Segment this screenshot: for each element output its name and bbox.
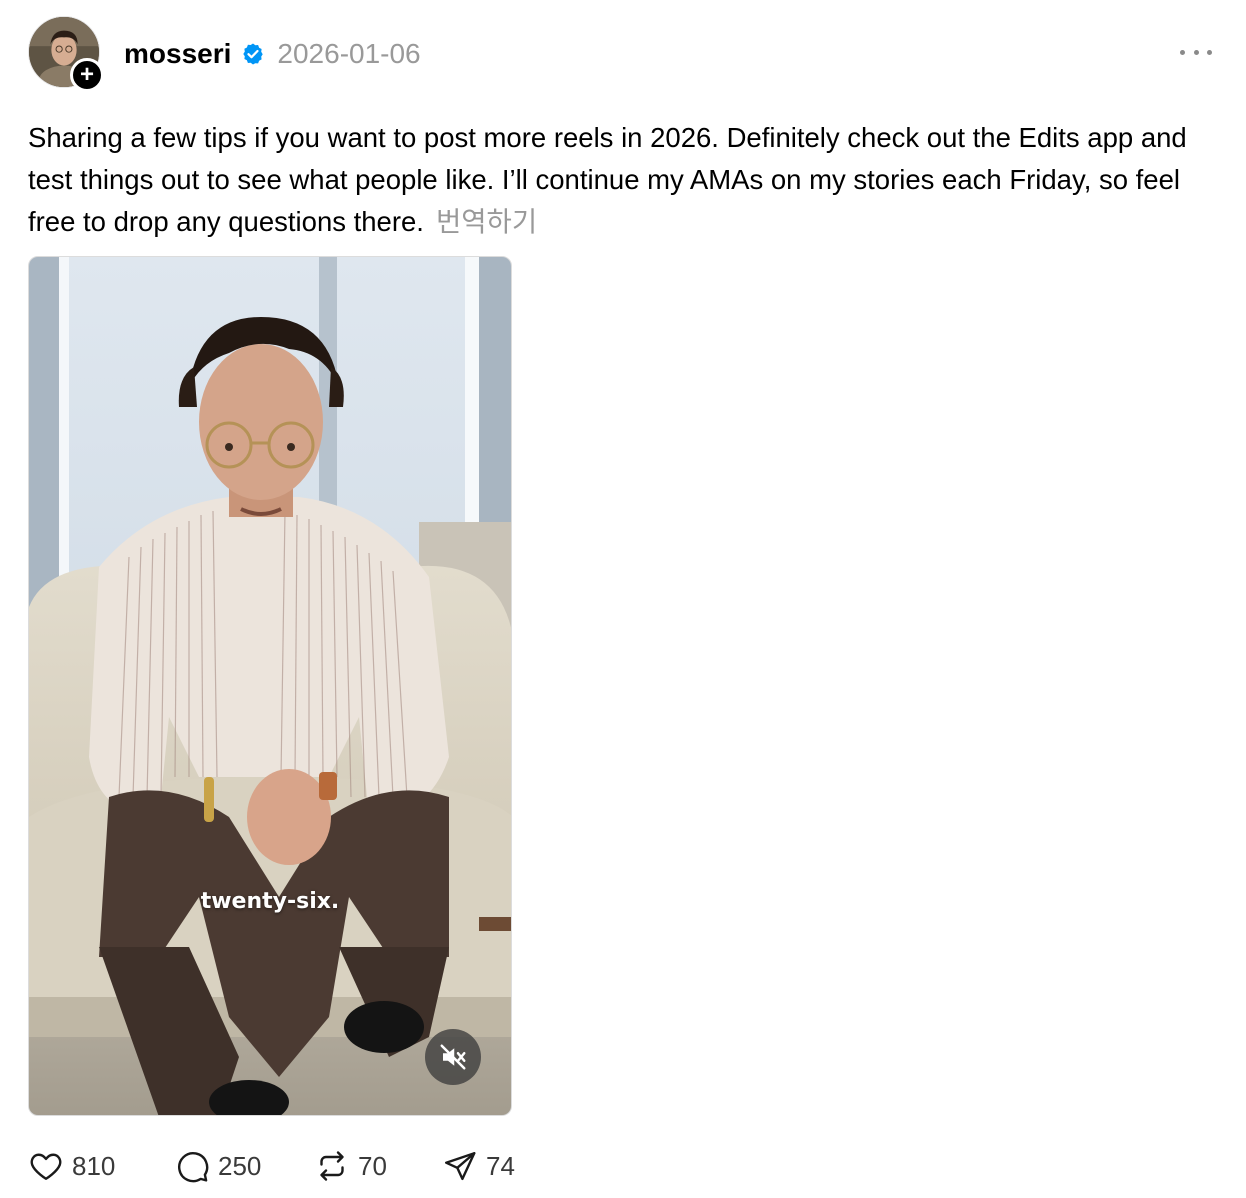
repost-button[interactable]: 70 <box>314 1148 442 1184</box>
speaker-muted-icon[interactable] <box>425 1029 481 1085</box>
verified-badge-icon <box>241 42 265 66</box>
send-icon <box>445 1152 476 1181</box>
reel-video[interactable]: twenty-six. <box>28 256 512 1116</box>
action-bar: 810 250 70 74 <box>28 1146 515 1186</box>
repost-icon <box>320 1151 344 1181</box>
video-frame <box>29 257 511 1115</box>
avatar-container[interactable]: + <box>28 16 104 92</box>
video-subtitle: twenty-six. <box>200 889 340 914</box>
follow-plus-button[interactable]: + <box>70 58 104 92</box>
share-count: 74 <box>486 1150 515 1181</box>
heart-icon <box>30 1153 62 1180</box>
post-timestamp[interactable]: 2026-01-06 <box>277 38 420 70</box>
post-caption: Sharing a few tips if you want to post m… <box>28 117 1198 243</box>
post-header: mosseri 2026-01-06 <box>124 34 421 74</box>
comment-button[interactable]: 250 <box>174 1148 314 1184</box>
translate-link[interactable]: 번역하기 <box>436 206 537 237</box>
more-options-icon[interactable] <box>1180 40 1212 64</box>
like-button[interactable]: 810 <box>28 1148 174 1184</box>
like-count: 810 <box>72 1150 116 1181</box>
caption-text: Sharing a few tips if you want to post m… <box>28 122 1187 237</box>
comment-icon <box>178 1152 209 1183</box>
comment-count: 250 <box>218 1150 262 1181</box>
username[interactable]: mosseri <box>124 38 231 70</box>
repost-count: 70 <box>358 1150 387 1181</box>
share-button[interactable]: 74 <box>442 1148 515 1184</box>
